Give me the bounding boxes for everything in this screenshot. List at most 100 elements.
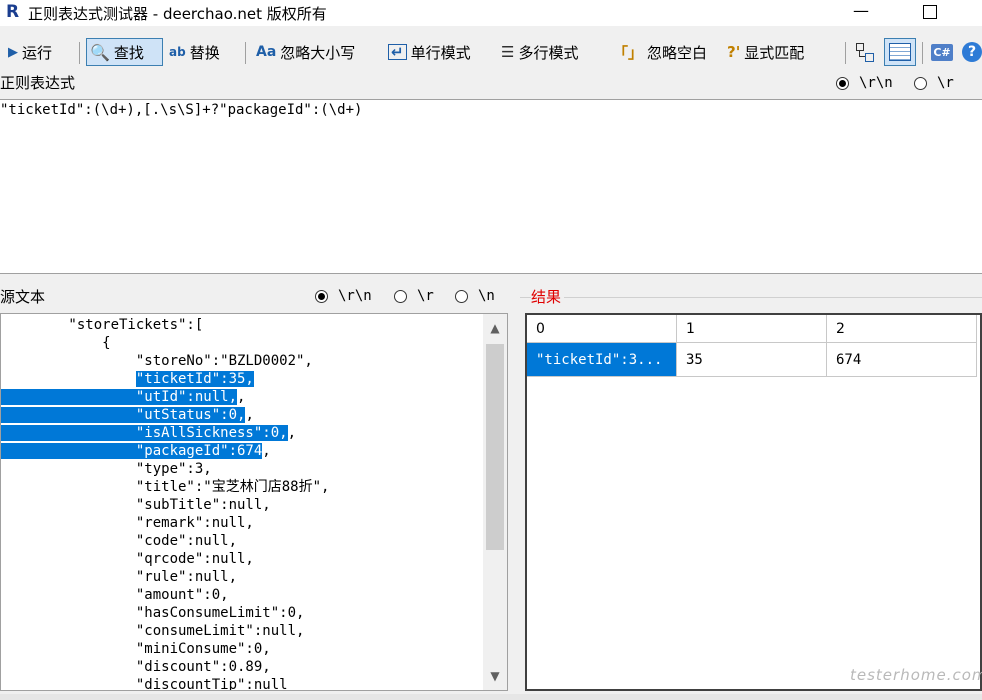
results-header-2[interactable]: 2 bbox=[827, 315, 977, 343]
single-line-label: 单行模式 bbox=[410, 43, 471, 62]
regex-newline-radio-crlf[interactable] bbox=[836, 77, 849, 90]
toolbar-separator bbox=[245, 42, 246, 64]
results-label: 结果 bbox=[531, 286, 565, 307]
source-line-text: "qrcode":null, bbox=[1, 551, 254, 567]
toolbar-separator bbox=[845, 42, 846, 64]
run-button[interactable]: ▶ 运行 bbox=[8, 38, 52, 66]
source-scrollbar[interactable]: ▲ ▼ bbox=[483, 314, 507, 690]
grid-view-button[interactable] bbox=[884, 38, 916, 66]
source-line: "discountTip":null bbox=[1, 676, 483, 691]
source-line: { bbox=[1, 334, 483, 352]
case-icon: Aa bbox=[256, 44, 277, 60]
help-button[interactable]: ? bbox=[962, 38, 982, 66]
source-line-text: { bbox=[1, 335, 111, 351]
brackets-icon: 「」 bbox=[613, 43, 644, 62]
source-line: "miniConsume":0, bbox=[1, 640, 483, 658]
results-header-0[interactable]: 0 bbox=[527, 315, 677, 343]
tree-view-button[interactable] bbox=[852, 38, 878, 66]
results-cell-match[interactable]: "ticketId":3... bbox=[527, 343, 677, 377]
find-button[interactable]: 🔍 查找 bbox=[86, 38, 163, 66]
toolbar-separator bbox=[922, 42, 923, 64]
magnifier-icon: 🔍 bbox=[90, 42, 110, 62]
scroll-up-icon[interactable]: ▲ bbox=[483, 314, 507, 342]
toolbar-separator bbox=[79, 42, 80, 64]
source-line: "type":3, bbox=[1, 460, 483, 478]
maximize-icon bbox=[923, 5, 937, 19]
source-line-text: "title":"宝芝林门店88折", bbox=[1, 479, 330, 495]
grid-view-icon bbox=[889, 43, 911, 61]
results-cell-group-1[interactable]: 35 bbox=[677, 343, 827, 377]
multi-line-icon: ☰ bbox=[501, 43, 515, 61]
source-line: "rule":null, bbox=[1, 568, 483, 586]
source-line-text: "discountTip":null bbox=[1, 677, 288, 691]
ignore-whitespace-button[interactable]: 「」 忽略空白 bbox=[613, 38, 707, 66]
status-bar bbox=[0, 694, 982, 700]
source-newline-radio-lf[interactable] bbox=[455, 290, 468, 303]
source-line-text: "storeNo":"BZLD0002", bbox=[1, 353, 313, 369]
single-line-button[interactable]: ↵ 单行模式 bbox=[388, 38, 471, 66]
source-newline-radio-cr[interactable] bbox=[394, 290, 407, 303]
results-header-1[interactable]: 1 bbox=[677, 315, 827, 343]
source-line: "hasConsumeLimit":0, bbox=[1, 604, 483, 622]
source-line-text: "packageId":674 bbox=[135, 443, 263, 459]
explicit-capture-button[interactable]: ?' 显式匹配 bbox=[727, 38, 804, 66]
source-line-tail: , bbox=[287, 425, 297, 441]
source-line-text: "isAllSickness":0, bbox=[135, 425, 288, 441]
ignore-whitespace-label: 忽略空白 bbox=[647, 43, 708, 62]
source-line: "title":"宝芝林门店88折", bbox=[1, 478, 483, 496]
source-newline-radio-crlf[interactable] bbox=[315, 290, 328, 303]
source-line: "packageId":674, bbox=[1, 442, 483, 460]
replace-icon: ab bbox=[169, 45, 186, 59]
source-textarea[interactable]: "storeTickets":[ { "storeNo":"BZLD0002",… bbox=[0, 313, 508, 691]
question-quote-icon: ?' bbox=[727, 43, 741, 61]
source-line-text: "code":null, bbox=[1, 533, 238, 549]
source-line-text: "miniConsume":0, bbox=[1, 641, 271, 657]
source-line-text: "subTitle":null, bbox=[1, 497, 271, 513]
app-icon: R bbox=[6, 2, 20, 22]
regex-newline-label-cr: \r bbox=[937, 75, 954, 91]
source-line: "ticketId":35, bbox=[1, 370, 483, 388]
multi-line-button[interactable]: ☰ 多行模式 bbox=[501, 38, 578, 66]
csharp-icon: C# bbox=[931, 43, 953, 61]
source-line-tail: , bbox=[245, 407, 254, 423]
source-line: "storeTickets":[ bbox=[1, 316, 483, 334]
source-text-label: 源文本 bbox=[0, 288, 46, 306]
result-frame-line bbox=[520, 297, 982, 298]
explicit-capture-label: 显式匹配 bbox=[744, 43, 805, 62]
regex-input[interactable]: "ticketId":(\d+),[.\s\S]+?"packageId":(\… bbox=[0, 99, 982, 274]
source-line-tail: , bbox=[237, 389, 246, 405]
source-line: "consumeLimit":null, bbox=[1, 622, 483, 640]
source-line: "discount":0.89, bbox=[1, 658, 483, 676]
source-line-text: "type":3, bbox=[1, 461, 212, 477]
minimize-button[interactable]: — bbox=[846, 0, 876, 24]
source-line: "remark":null, bbox=[1, 514, 483, 532]
ignore-case-button[interactable]: Aa 忽略大小写 bbox=[256, 38, 355, 66]
results-cell-group-2[interactable]: 674 bbox=[827, 343, 977, 377]
source-line: "qrcode":null, bbox=[1, 550, 483, 568]
source-line-text: "hasConsumeLimit":0, bbox=[1, 605, 305, 621]
scroll-down-icon[interactable]: ▼ bbox=[483, 662, 507, 690]
source-line: "storeNo":"BZLD0002", bbox=[1, 352, 483, 370]
source-line-text: "rule":null, bbox=[1, 569, 238, 585]
scroll-thumb[interactable] bbox=[486, 344, 504, 550]
source-newline-label-lf: \n bbox=[478, 288, 495, 304]
find-label: 查找 bbox=[113, 43, 144, 62]
maximize-button[interactable] bbox=[914, 0, 944, 24]
regex-label: 正则表达式 bbox=[0, 74, 76, 92]
source-line-text: "storeTickets":[ bbox=[1, 317, 204, 333]
single-line-icon: ↵ bbox=[388, 44, 407, 60]
source-line-text: "amount":0, bbox=[1, 587, 229, 603]
replace-label: 替换 bbox=[189, 43, 220, 62]
window-title: 正则表达式测试器 - deerchao.net 版权所有 bbox=[28, 5, 327, 23]
source-newline-label-cr: \r bbox=[417, 288, 434, 304]
regex-newline-radio-cr[interactable] bbox=[914, 77, 927, 90]
replace-button[interactable]: ab 替换 bbox=[169, 38, 220, 66]
help-icon: ? bbox=[962, 42, 982, 62]
tree-view-icon bbox=[856, 43, 874, 62]
source-lines: "storeTickets":[ { "storeNo":"BZLD0002",… bbox=[1, 316, 483, 691]
source-line: "code":null, bbox=[1, 532, 483, 550]
source-newline-label-crlf: \r\n bbox=[338, 288, 372, 304]
multi-line-label: 多行模式 bbox=[518, 43, 579, 62]
source-line: "amount":0, bbox=[1, 586, 483, 604]
generate-code-button[interactable]: C# bbox=[930, 38, 954, 66]
